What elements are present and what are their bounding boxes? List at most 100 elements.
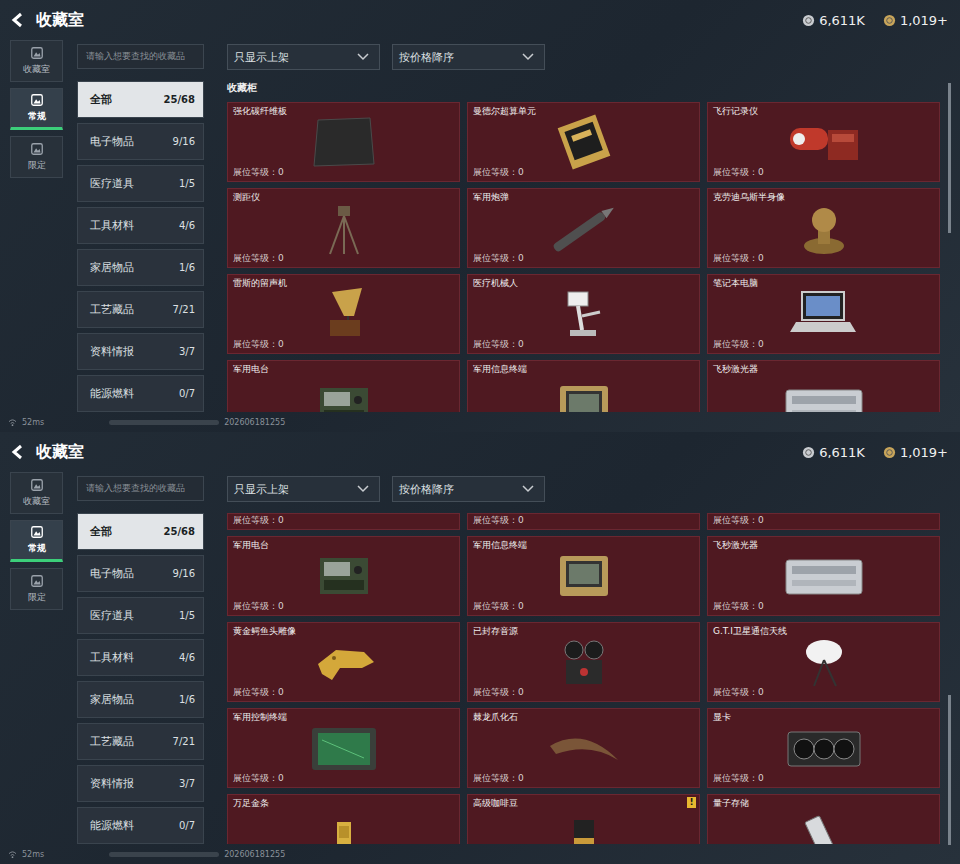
dish-icon xyxy=(782,634,866,690)
page-title: 收藏室 xyxy=(36,442,84,463)
collection-card[interactable]: G.T.I卫星通信天线 展位等级：0 xyxy=(707,622,940,702)
status-bar: 52ms 202606181255 xyxy=(0,412,960,432)
category-item[interactable]: 能源燃料0/7 xyxy=(77,375,204,412)
collection-card[interactable]: 高级咖啡豆 ! xyxy=(467,794,700,844)
coin-icon xyxy=(802,14,815,27)
collection-card[interactable]: 克劳迪乌斯半身像 展位等级：0 xyxy=(707,188,940,268)
nav-tile[interactable]: 收藏室 xyxy=(10,472,63,514)
collection-card[interactable]: 展位等级：0 xyxy=(707,513,940,530)
collection-card[interactable]: 笔记本电脑 展位等级：0 xyxy=(707,274,940,354)
category-item[interactable]: 能源燃料0/7 xyxy=(77,807,204,844)
category-item[interactable]: 工具材料4/6 xyxy=(77,639,204,676)
collection-card[interactable]: 黄金鳄鱼头雕像 展位等级：0 xyxy=(227,622,460,702)
tablet-icon xyxy=(302,720,386,776)
collection-icon xyxy=(30,93,44,107)
collection-card[interactable]: 棘龙爪化石 展位等级：0 xyxy=(467,708,700,788)
coin-icon xyxy=(883,14,896,27)
scrollbar[interactable] xyxy=(948,83,951,413)
nav-tile[interactable]: 限定 xyxy=(10,568,63,610)
collection-card[interactable]: 显卡 展位等级：0 xyxy=(707,708,940,788)
category-item[interactable]: 全部25/68 xyxy=(77,81,204,118)
radio-icon xyxy=(302,548,386,604)
coin-icon xyxy=(802,446,815,459)
category-item[interactable]: 电子物品9/16 xyxy=(77,555,204,592)
collection-icon xyxy=(30,574,44,588)
collection-icon xyxy=(30,46,44,60)
tripod-icon xyxy=(302,200,386,256)
collection-card[interactable]: 军用炮弹 展位等级：0 xyxy=(467,188,700,268)
side-nav: 收藏室 常规 限定 xyxy=(10,472,63,844)
shell-icon xyxy=(542,200,626,256)
collection-card[interactable]: 曼德尔超算单元 展位等级：0 xyxy=(467,102,700,182)
collection-card[interactable]: 军用电台 xyxy=(227,360,460,412)
collection-panel: 收藏室 6,611K 1,019+ 收藏室 常规 限定 请输入想要查找的收藏品 … xyxy=(0,0,960,432)
back-arrow-icon[interactable] xyxy=(10,12,26,28)
filter-dropdown[interactable]: 按价格降序 xyxy=(392,476,545,502)
category-item[interactable]: 家居物品1/6 xyxy=(77,681,204,718)
collection-card[interactable]: 军用控制终端 展位等级：0 xyxy=(227,708,460,788)
scrollbar[interactable] xyxy=(948,515,951,845)
nav-tile[interactable]: 限定 xyxy=(10,136,63,178)
nav-tile[interactable]: 常规 xyxy=(10,520,63,562)
header: 收藏室 6,611K 1,019+ xyxy=(0,432,960,472)
category-item[interactable]: 家居物品1/6 xyxy=(77,249,204,286)
main-area: 只显示上架 按价格降序 收藏柜 强化碳纤维板 展位等级：0 曼德尔超算单元 展位… xyxy=(227,40,940,412)
category-item[interactable]: 资料情报3/7 xyxy=(77,765,204,802)
collection-card[interactable]: 军用信息终端 展位等级：0 xyxy=(467,536,700,616)
search-field[interactable]: 请输入想要查找的收藏品 xyxy=(77,476,204,501)
collection-card[interactable]: 飞秒激光器 xyxy=(707,360,940,412)
collection-card[interactable]: 万足金条 xyxy=(227,794,460,844)
collection-card[interactable]: 展位等级：0 xyxy=(467,513,700,530)
category-item[interactable]: 全部25/68 xyxy=(77,513,204,550)
category-list: 全部25/68 电子物品9/16 医疗道具1/5 工具材料4/6 家居物品1/6 工艺藏品… xyxy=(77,81,204,412)
filter-dropdown[interactable]: 只显示上架 xyxy=(227,476,380,502)
filter-dropdown[interactable]: 只显示上架 xyxy=(227,44,380,70)
collection-card[interactable]: 已封存音源 展位等级：0 xyxy=(467,622,700,702)
category-item[interactable]: 工具材料4/6 xyxy=(77,207,204,244)
nav-tile[interactable]: 常规 xyxy=(10,88,63,130)
collection-card[interactable]: 军用信息终端 xyxy=(467,360,700,412)
currency: 1,019+ xyxy=(883,13,948,28)
screen: 收藏室 6,611K 1,019+ 收藏室 常规 限定 请输入想要查找的收藏品 … xyxy=(0,0,960,864)
category-item[interactable]: 医疗道具1/5 xyxy=(77,165,204,202)
collection-card[interactable]: 强化碳纤维板 展位等级：0 xyxy=(227,102,460,182)
card-grid: 强化碳纤维板 展位等级：0 曼德尔超算单元 展位等级：0 飞行记录仪 展位等级：… xyxy=(227,102,940,412)
filter-bar: 只显示上架 按价格降序 xyxy=(227,476,940,502)
collection-card[interactable]: 雷斯的留声机 展位等级：0 xyxy=(227,274,460,354)
collection-card[interactable]: 测距仪 展位等级：0 xyxy=(227,188,460,268)
collection-card[interactable]: 医疗机械人 展位等级：0 xyxy=(467,274,700,354)
case-icon xyxy=(542,548,626,604)
header: 收藏室 6,611K 1,019+ xyxy=(0,0,960,40)
category-item[interactable]: 资料情报3/7 xyxy=(77,333,204,370)
collection-card[interactable]: 展位等级：0 xyxy=(227,513,460,530)
category-item[interactable]: 工艺藏品7/21 xyxy=(77,723,204,760)
laser-icon xyxy=(782,378,866,413)
chevron-down-icon xyxy=(522,53,534,61)
search-field[interactable]: 请输入想要查找的收藏品 xyxy=(77,44,204,69)
currency: 1,019+ xyxy=(883,445,948,460)
filter-dropdown[interactable]: 按价格降序 xyxy=(392,44,545,70)
reel-icon xyxy=(542,634,626,690)
category-column: 请输入想要查找的收藏品 全部25/68 电子物品9/16 医疗道具1/5 工具材料4/… xyxy=(77,40,204,412)
collection-card[interactable]: 飞秒激光器 展位等级：0 xyxy=(707,536,940,616)
card-viewport: 强化碳纤维板 展位等级：0 曼德尔超算单元 展位等级：0 飞行记录仪 展位等级：… xyxy=(227,102,940,412)
main-area: 只显示上架 按价格降序 展位等级：0 展位等级：0 展位等级：0 军用电台 展位等级：… xyxy=(227,472,940,844)
back-arrow-icon[interactable] xyxy=(10,444,26,460)
collection-card[interactable]: 军用电台 展位等级：0 xyxy=(227,536,460,616)
category-item[interactable]: 工艺藏品7/21 xyxy=(77,291,204,328)
phonograph-icon xyxy=(302,286,386,342)
robot-icon xyxy=(542,286,626,342)
warning-badge: ! xyxy=(687,797,696,808)
collection-icon xyxy=(30,525,44,539)
collection-card[interactable]: 量子存储 xyxy=(707,794,940,844)
card-viewport: 展位等级：0 展位等级：0 展位等级：0 军用电台 展位等级：0 军用信息终端 展位等… xyxy=(227,513,940,844)
category-item[interactable]: 电子物品9/16 xyxy=(77,123,204,160)
currency: 6,611K xyxy=(802,445,865,460)
coin-icon xyxy=(883,446,896,459)
collection-card[interactable]: 飞行记录仪 展位等级：0 xyxy=(707,102,940,182)
nav-tile[interactable]: 收藏室 xyxy=(10,40,63,82)
side-nav: 收藏室 常规 限定 xyxy=(10,40,63,412)
croc-icon xyxy=(302,634,386,690)
category-item[interactable]: 医疗道具1/5 xyxy=(77,597,204,634)
collection-panel: 收藏室 6,611K 1,019+ 收藏室 常规 限定 请输入想要查找的收藏品 … xyxy=(0,432,960,864)
